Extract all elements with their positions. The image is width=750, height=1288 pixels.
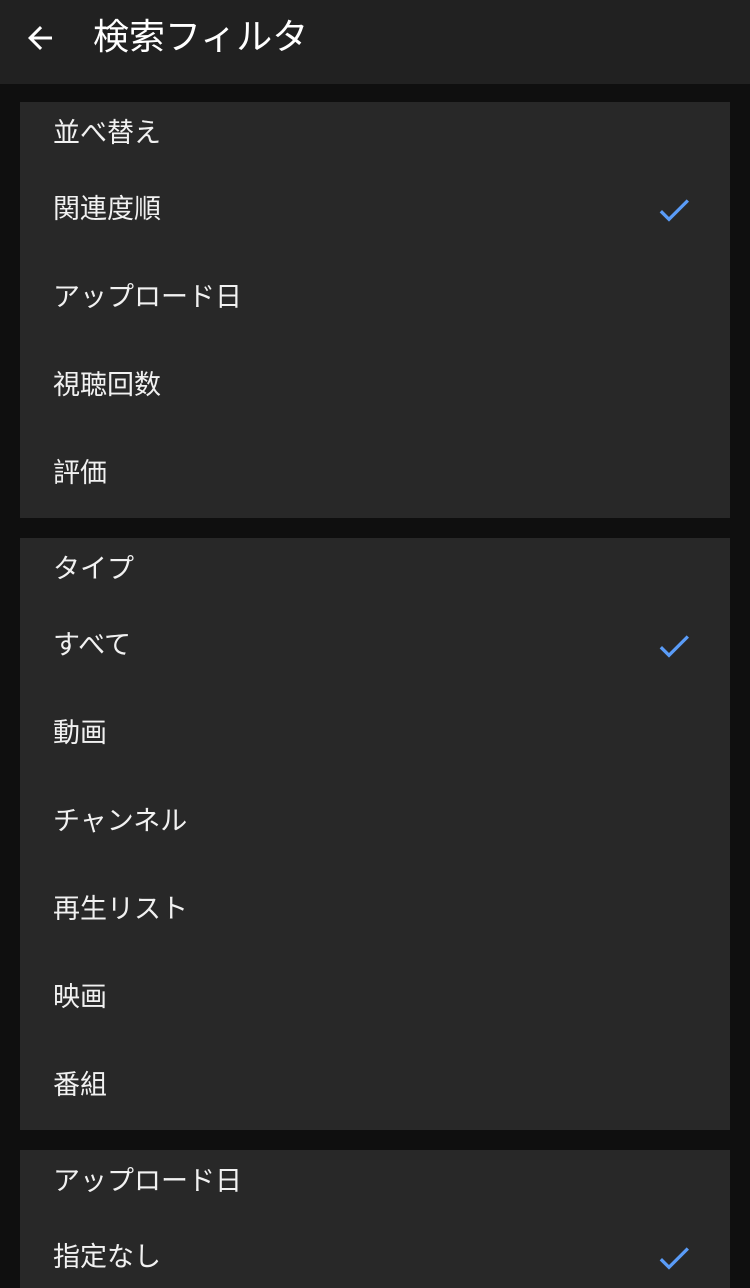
search-filter-screen: 検索フィルタ 並べ替え 関連度順 アップロード日 視聴回数 評価 タイプ すべて… — [0, 0, 750, 1288]
option-sort-upload-date[interactable]: アップロード日 — [20, 254, 730, 342]
checkmark-icon — [659, 635, 689, 658]
option-label: 指定なし — [53, 1242, 161, 1273]
option-label: 映画 — [53, 982, 107, 1013]
option-sort-view-count[interactable]: 視聴回数 — [20, 342, 730, 430]
section-header-upload-date: アップロード日 — [53, 1166, 242, 1197]
arrow-left-icon — [28, 26, 52, 50]
option-sort-rating[interactable]: 評価 — [20, 430, 730, 518]
option-label: すべて — [53, 630, 132, 661]
app-bar: 検索フィルタ — [0, 0, 750, 84]
option-label: 動画 — [53, 718, 107, 749]
option-type-movie[interactable]: 映画 — [20, 954, 730, 1042]
section-header-sort: 並べ替え — [53, 118, 161, 149]
type-section: タイプ すべて 動画 チャンネル 再生リスト 映画 番組 — [20, 538, 730, 1130]
option-sort-relevance[interactable]: 関連度順 — [20, 166, 730, 254]
back-button[interactable] — [14, 12, 66, 64]
option-type-channel[interactable]: チャンネル — [20, 778, 730, 866]
sort-section: 並べ替え 関連度順 アップロード日 視聴回数 評価 — [20, 102, 730, 518]
option-type-all[interactable]: すべて — [20, 602, 730, 690]
option-upload-any[interactable]: 指定なし — [20, 1214, 730, 1288]
option-type-show[interactable]: 番組 — [20, 1042, 730, 1130]
option-label: 再生リスト — [53, 894, 188, 925]
page-title: 検索フィルタ — [93, 17, 309, 58]
option-label: チャンネル — [53, 806, 188, 837]
option-type-video[interactable]: 動画 — [20, 690, 730, 778]
checkmark-icon — [659, 199, 689, 222]
section-header-type: タイプ — [53, 554, 134, 585]
upload-date-section: アップロード日 指定なし — [20, 1150, 730, 1288]
option-label: 評価 — [53, 458, 107, 489]
option-label: アップロード日 — [53, 282, 242, 313]
option-label: 視聴回数 — [53, 370, 161, 401]
option-type-playlist[interactable]: 再生リスト — [20, 866, 730, 954]
checkmark-icon — [659, 1247, 689, 1270]
option-label: 関連度順 — [53, 194, 161, 225]
option-label: 番組 — [53, 1070, 107, 1101]
